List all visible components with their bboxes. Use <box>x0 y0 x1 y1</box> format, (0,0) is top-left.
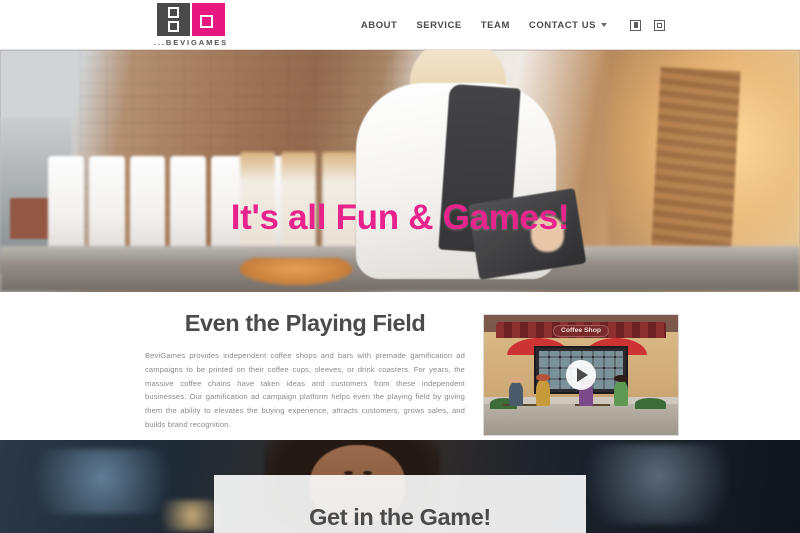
facebook-icon[interactable] <box>630 19 641 31</box>
nav-item-contact-us-label: CONTACT US <box>528 19 596 31</box>
hero-headline: It's all Fun & Games! <box>230 198 570 237</box>
hero-background-image <box>0 50 800 292</box>
main-navigation: ABOUT SERVICE TEAM CONTACT US <box>361 0 665 50</box>
logo-inner-square-bottom <box>168 21 179 32</box>
video-customer-1 <box>509 376 523 407</box>
play-triangle <box>577 368 588 382</box>
nav-item-contact-us[interactable]: CONTACT US <box>529 20 607 31</box>
logo-square-gray <box>157 3 190 36</box>
landing-page: ...BEVIGAMES ABOUT SERVICE TEAM CONTACT … <box>0 0 800 533</box>
social-icons <box>630 19 665 31</box>
chevron-down-icon <box>601 23 607 27</box>
logo-inner-square-pink <box>200 15 213 28</box>
logo-square-pink <box>192 3 225 36</box>
nav-item-about[interactable]: ABOUT <box>361 20 398 31</box>
nav-item-team[interactable]: TEAM <box>481 20 510 31</box>
section-body-text: BeviGames provides independent coffee sh… <box>145 351 465 430</box>
hero-overlay <box>0 50 800 292</box>
logo-inner-square-top <box>168 7 179 18</box>
logo-marks <box>145 3 237 36</box>
nav-item-service[interactable]: SERVICE <box>416 20 461 31</box>
content-text-column: Even the Playing Field BeviGames provide… <box>145 310 465 440</box>
video-customer-2 <box>536 374 550 407</box>
section-title: Even the Playing Field <box>184 310 426 336</box>
instagram-icon[interactable] <box>654 19 665 31</box>
video-thumbnail[interactable]: Coffee Shop <box>483 314 679 436</box>
content-section: Even the Playing Field BeviGames provide… <box>0 292 800 440</box>
brand-logo[interactable]: ...BEVIGAMES <box>145 3 237 47</box>
bottom-card: Get in the Game! <box>214 475 586 533</box>
video-bush-right <box>635 397 667 409</box>
play-icon[interactable] <box>566 360 596 390</box>
brand-name: ...BEVIGAMES <box>153 38 229 47</box>
hero-section: It's all Fun & Games! <box>0 50 800 292</box>
bottom-section-title: Get in the Game! <box>309 504 491 530</box>
site-header: ...BEVIGAMES ABOUT SERVICE TEAM CONTACT … <box>0 0 800 50</box>
video-customer-4 <box>613 375 628 407</box>
bottom-section: Get in the Game! <box>0 440 800 533</box>
video-coffee-shop-sign: Coffee Shop <box>552 324 610 337</box>
